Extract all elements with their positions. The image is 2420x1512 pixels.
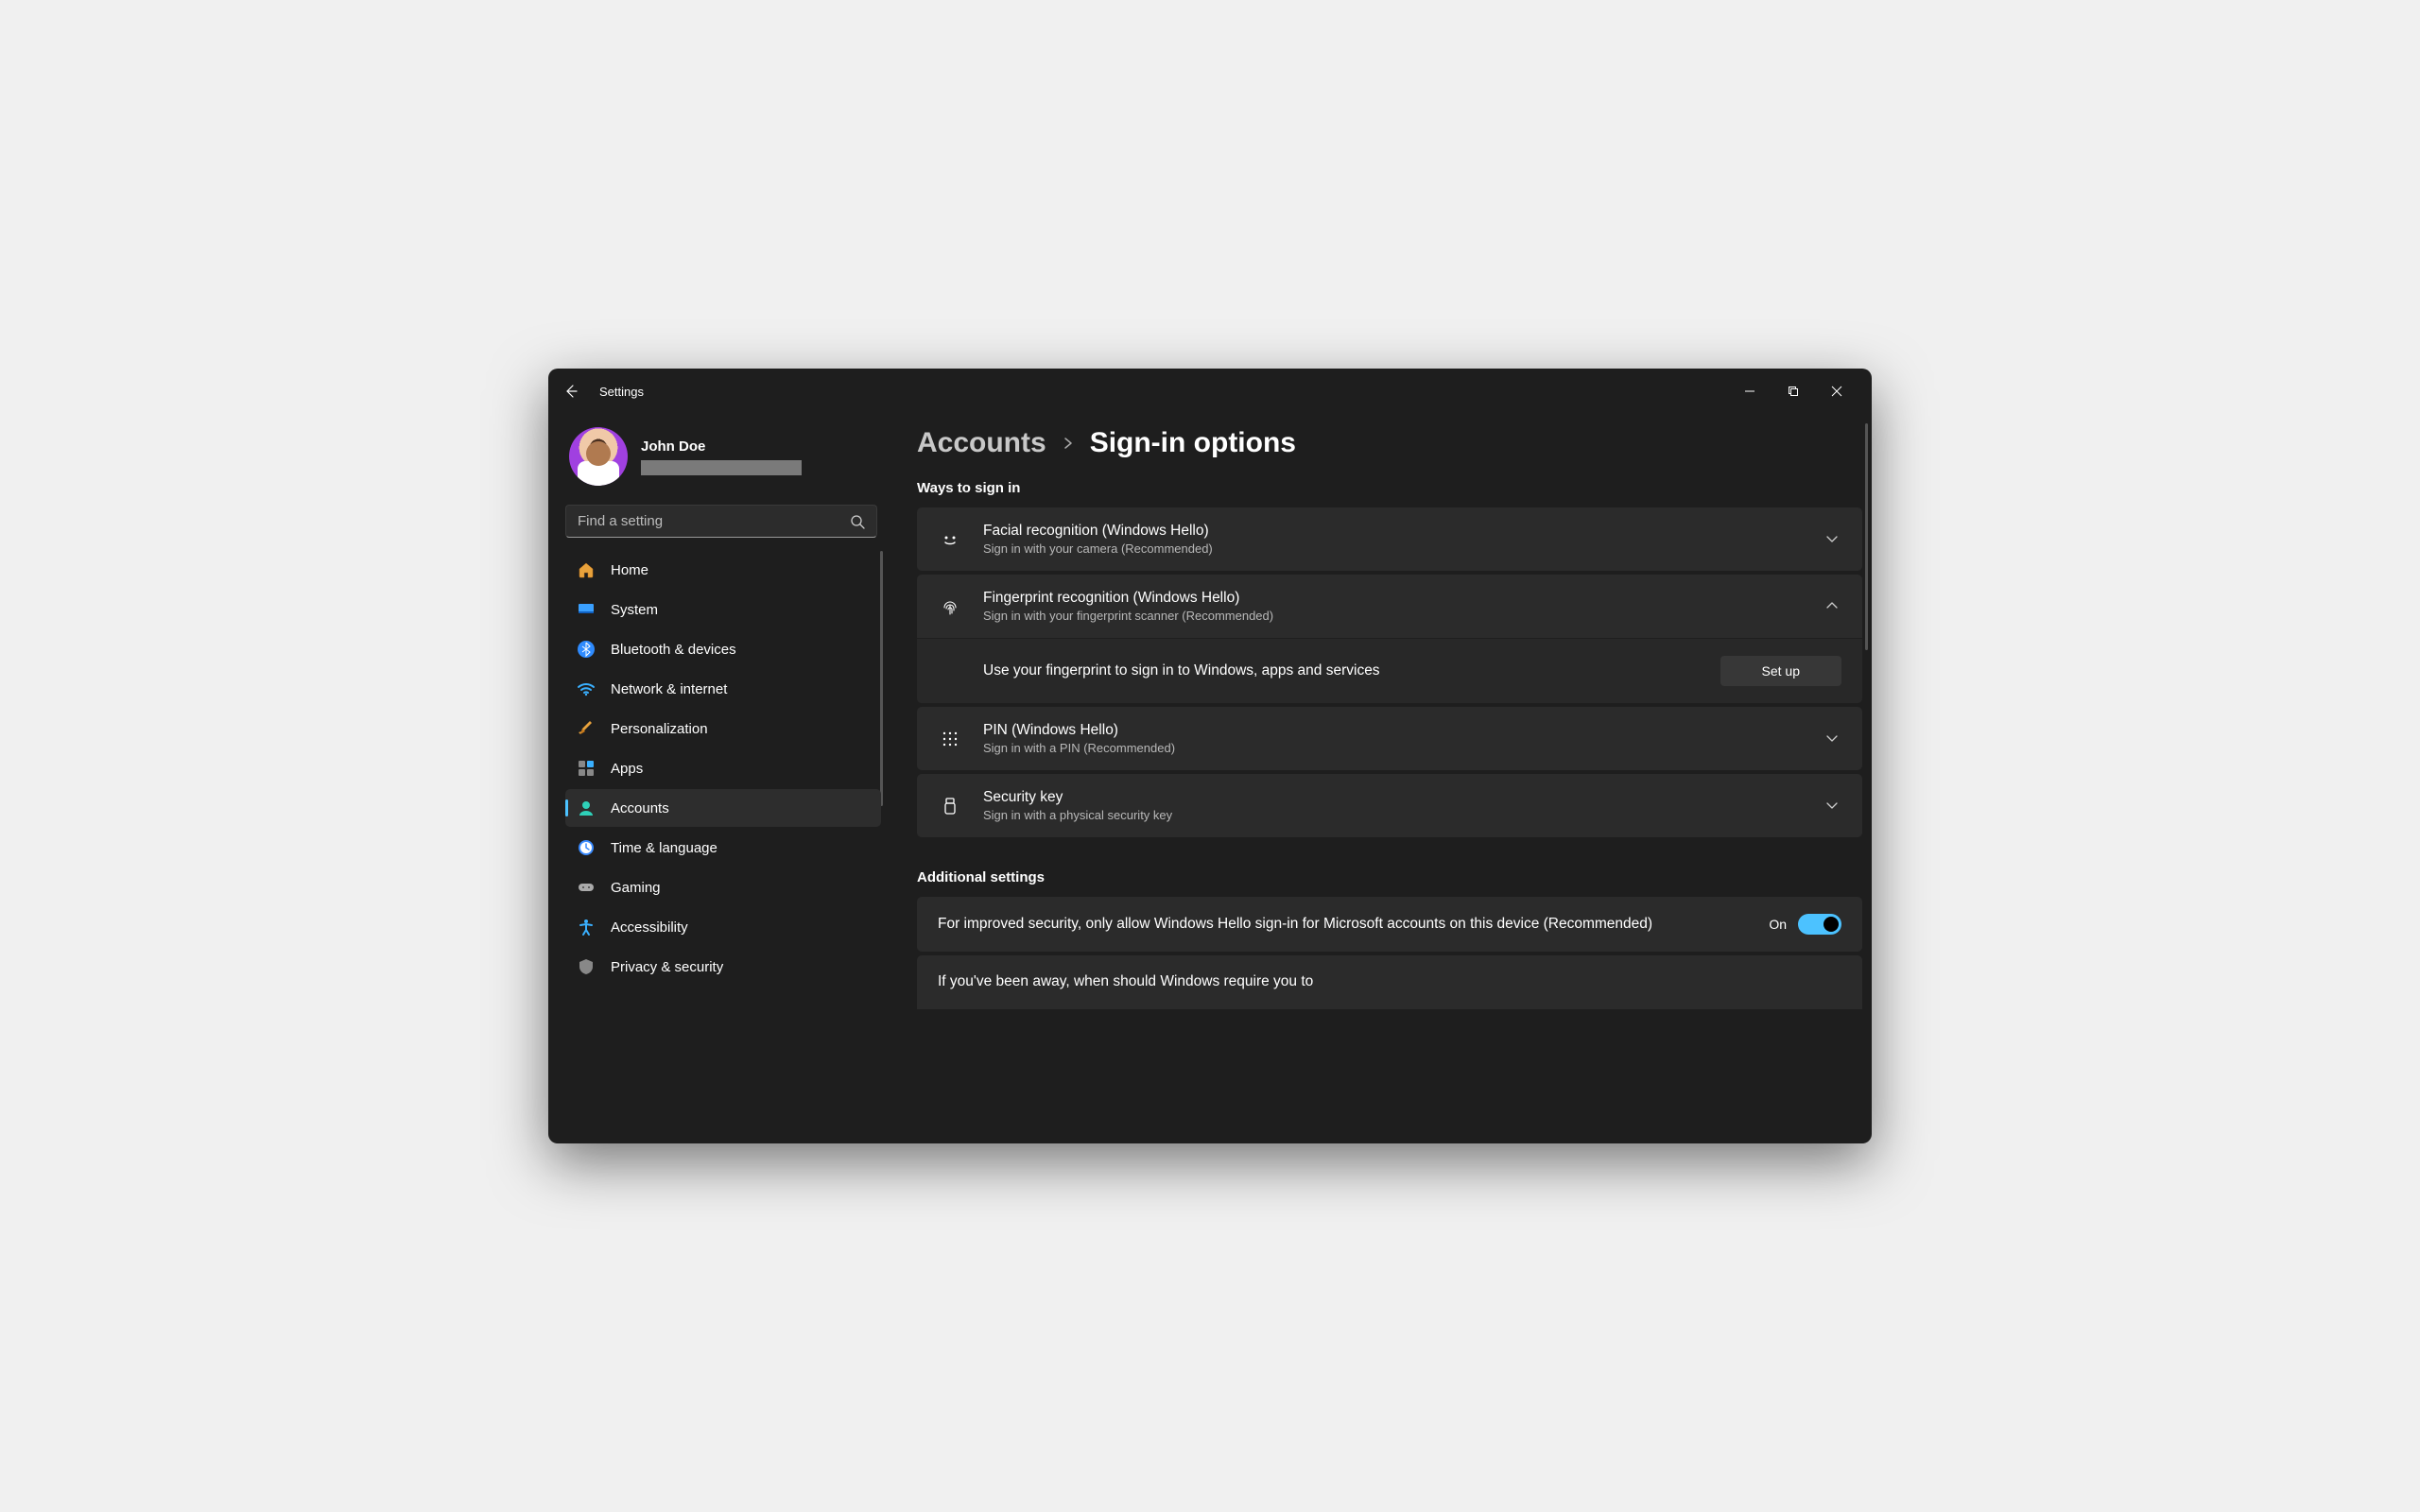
signin-option-facial[interactable]: Facial recognition (Windows Hello) Sign …	[917, 507, 1862, 571]
card-subtitle: Sign in with your camera (Recommended)	[983, 541, 1804, 556]
card-title: Security key	[983, 789, 1804, 806]
system-icon	[577, 600, 596, 619]
shield-icon	[577, 957, 596, 976]
nav-home[interactable]: Home	[565, 551, 881, 589]
accounts-icon	[577, 799, 596, 817]
face-icon	[938, 529, 962, 550]
nav-accessibility[interactable]: Accessibility	[565, 908, 881, 946]
fingerprint-body-text: Use your fingerprint to sign in to Windo…	[983, 662, 1380, 679]
settings-window: Settings John Doe	[548, 369, 1872, 1143]
signin-option-security-key[interactable]: Security key Sign in with a physical sec…	[917, 774, 1862, 837]
hello-only-toggle[interactable]	[1798, 914, 1841, 935]
sidebar: John Doe Home	[548, 414, 889, 1143]
signin-option-pin[interactable]: PIN (Windows Hello) Sign in with a PIN (…	[917, 707, 1862, 770]
window-controls	[1728, 376, 1858, 406]
paint-icon	[577, 719, 596, 738]
nav-time-language[interactable]: Time & language	[565, 829, 881, 867]
card-title: Facial recognition (Windows Hello)	[983, 523, 1804, 540]
nav-system[interactable]: System	[565, 591, 881, 628]
user-name: John Doe	[641, 438, 802, 455]
nav-bluetooth[interactable]: Bluetooth & devices	[565, 630, 881, 668]
close-button[interactable]	[1815, 376, 1858, 406]
nav-label: Time & language	[611, 840, 717, 856]
section-additional-title: Additional settings	[917, 869, 1862, 885]
signin-option-fingerprint: Fingerprint recognition (Windows Hello) …	[917, 575, 1862, 703]
gaming-icon	[577, 878, 596, 897]
avatar	[569, 427, 628, 486]
nav-label: System	[611, 602, 658, 618]
nav-label: Bluetooth & devices	[611, 642, 736, 658]
nav-label: Home	[611, 562, 648, 578]
minimize-button[interactable]	[1728, 376, 1772, 406]
nav-gaming[interactable]: Gaming	[565, 868, 881, 906]
breadcrumb: Accounts Sign-in options	[917, 427, 1862, 459]
nav-label: Gaming	[611, 880, 661, 896]
card-subtitle: Sign in with a physical security key	[983, 808, 1804, 822]
signin-option-fingerprint-header[interactable]: Fingerprint recognition (Windows Hello) …	[917, 575, 1862, 638]
home-icon	[577, 560, 596, 579]
setting-hello-only: For improved security, only allow Window…	[917, 897, 1862, 952]
clock-icon	[577, 838, 596, 857]
search-input[interactable]	[578, 513, 842, 529]
nav-apps[interactable]: Apps	[565, 749, 881, 787]
nav-personalization[interactable]: Personalization	[565, 710, 881, 747]
apps-icon	[577, 759, 596, 778]
chevron-down-icon	[1824, 531, 1841, 548]
setting-text: If you've been away, when should Windows…	[938, 972, 1841, 992]
app-title: Settings	[599, 385, 644, 399]
nav-list: Home System Bluetooth & devices	[565, 551, 881, 986]
nav-label: Apps	[611, 761, 643, 777]
user-profile[interactable]: John Doe	[565, 414, 881, 503]
chevron-down-icon	[1824, 798, 1841, 815]
nav-accounts[interactable]: Accounts	[565, 789, 881, 827]
back-button[interactable]	[562, 382, 580, 401]
breadcrumb-current: Sign-in options	[1090, 427, 1296, 459]
nav-label: Accessibility	[611, 919, 688, 936]
usb-key-icon	[938, 796, 962, 816]
nav-label: Privacy & security	[611, 959, 723, 975]
nav-label: Personalization	[611, 721, 708, 737]
section-ways-title: Ways to sign in	[917, 480, 1862, 496]
card-subtitle: Sign in with your fingerprint scanner (R…	[983, 609, 1804, 623]
search-icon	[850, 514, 865, 529]
card-title: Fingerprint recognition (Windows Hello)	[983, 590, 1804, 607]
nav-privacy[interactable]: Privacy & security	[565, 948, 881, 986]
setting-text: For improved security, only allow Window…	[938, 915, 1746, 935]
nav-label: Network & internet	[611, 681, 727, 697]
fingerprint-icon	[938, 596, 962, 617]
search-box[interactable]	[565, 505, 877, 538]
setup-button[interactable]: Set up	[1720, 656, 1841, 686]
fingerprint-body: Use your fingerprint to sign in to Windo…	[917, 638, 1862, 703]
main-scroll-indicator[interactable]	[1865, 423, 1868, 650]
setting-away-require-signin: If you've been away, when should Windows…	[917, 955, 1862, 1009]
card-title: PIN (Windows Hello)	[983, 722, 1804, 739]
accessibility-icon	[577, 918, 596, 936]
pin-keypad-icon	[938, 729, 962, 749]
breadcrumb-parent[interactable]: Accounts	[917, 427, 1046, 459]
wifi-icon	[577, 679, 596, 698]
titlebar: Settings	[548, 369, 1872, 414]
user-email-redacted	[641, 460, 802, 475]
chevron-down-icon	[1824, 730, 1841, 747]
chevron-right-icon	[1062, 437, 1075, 450]
chevron-up-icon	[1824, 598, 1841, 615]
nav-label: Accounts	[611, 800, 669, 816]
card-subtitle: Sign in with a PIN (Recommended)	[983, 741, 1804, 755]
main-content: Accounts Sign-in options Ways to sign in…	[889, 414, 1872, 1143]
toggle-state-label: On	[1769, 917, 1787, 932]
nav-network[interactable]: Network & internet	[565, 670, 881, 708]
maximize-button[interactable]	[1772, 376, 1815, 406]
bluetooth-icon	[577, 640, 596, 659]
